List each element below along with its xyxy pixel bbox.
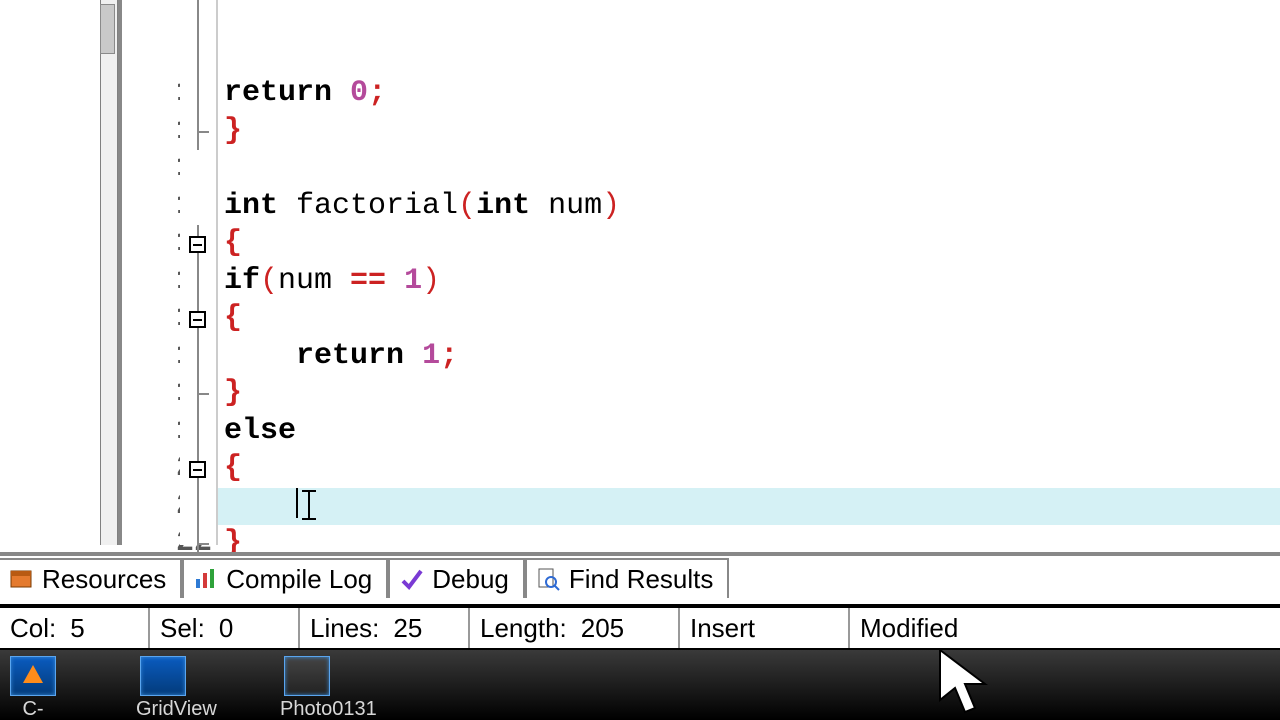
status-length-label: Length:: [480, 613, 567, 643]
fold-cell: [180, 38, 216, 76]
fold-cell: [180, 75, 216, 113]
vlc-icon: [10, 656, 56, 696]
code-editor[interactable]: 8910111213141516171819202122 return 0;}i…: [0, 0, 1280, 545]
left-panel-scrollbar[interactable]: [0, 0, 118, 545]
ibeam-cursor-icon: [302, 490, 316, 520]
status-length-value: 205: [581, 613, 624, 643]
tab-debug[interactable]: Debug: [388, 558, 525, 598]
app-icon: [140, 656, 186, 696]
taskbar-label: GridView: [136, 698, 190, 720]
code-line[interactable]: else: [218, 413, 1280, 451]
fold-gutter[interactable]: [180, 0, 218, 545]
fold-cell: [180, 263, 216, 301]
code-line[interactable]: }: [218, 113, 1280, 151]
fold-cell[interactable]: [180, 450, 216, 488]
code-line[interactable]: [218, 488, 1280, 526]
code-line[interactable]: {: [218, 225, 1280, 263]
code-line[interactable]: {: [218, 300, 1280, 338]
taskbar-label: Photo0131: [280, 698, 334, 720]
code-line[interactable]: return 1;: [218, 338, 1280, 376]
fold-cell: [180, 413, 216, 451]
compile-log-icon: [192, 566, 218, 592]
fold-toggle-icon[interactable]: [189, 311, 206, 328]
taskbar-label: C-media: [6, 698, 60, 720]
status-col-value: 5: [70, 613, 84, 643]
status-modified: Modified: [860, 613, 958, 643]
resources-icon: [8, 566, 34, 592]
fold-cell: [180, 338, 216, 376]
code-line[interactable]: [218, 0, 1280, 38]
taskbar-item[interactable]: GridView: [136, 656, 190, 720]
tab-label: Compile Log: [226, 564, 372, 595]
debug-icon: [398, 566, 424, 592]
fold-toggle-icon[interactable]: [189, 236, 206, 253]
code-line[interactable]: return 0;: [218, 75, 1280, 113]
status-col-label: Col:: [10, 613, 56, 643]
photo-icon: [284, 656, 330, 696]
tab-resources[interactable]: Resources: [0, 558, 182, 598]
taskbar-item[interactable]: Photo0131: [280, 656, 334, 720]
fold-cell: [180, 0, 216, 38]
status-sel-value: 0: [219, 613, 233, 643]
tab-label: Debug: [432, 564, 509, 595]
status-lines-value: 25: [393, 613, 422, 643]
status-sel-label: Sel:: [160, 613, 205, 643]
code-line[interactable]: [218, 38, 1280, 76]
fold-cell: [180, 188, 216, 226]
tab-compile-log[interactable]: Compile Log: [182, 558, 388, 598]
status-lines-label: Lines:: [310, 613, 379, 643]
taskbar-item[interactable]: C-media: [6, 656, 60, 720]
code-line[interactable]: {: [218, 450, 1280, 488]
fold-cell: [180, 150, 216, 188]
code-line[interactable]: }: [218, 375, 1280, 413]
code-line[interactable]: if(num == 1): [218, 263, 1280, 301]
bottom-tab-bar: Resources Compile Log Debug Find Results: [0, 552, 1280, 596]
fold-cell[interactable]: [180, 225, 216, 263]
fold-cell: [180, 113, 216, 151]
tab-label: Find Results: [569, 564, 714, 595]
find-results-icon: [535, 566, 561, 592]
code-line[interactable]: int factorial(int num): [218, 188, 1280, 226]
fold-cell: [180, 488, 216, 526]
text-caret: [296, 488, 298, 518]
status-insert-mode: Insert: [690, 613, 755, 643]
windows-taskbar[interactable]: C-media GridView Photo0131: [0, 648, 1280, 720]
tab-label: Resources: [42, 564, 166, 595]
status-bar: Col: 5 Sel: 0 Lines: 25 Length: 205 Insert M…: [0, 604, 1280, 648]
code-line[interactable]: [218, 150, 1280, 188]
code-area[interactable]: return 0;}int factorial(int num){if(num …: [218, 0, 1280, 545]
cursor-pointer-icon: [930, 640, 1030, 720]
tab-find-results[interactable]: Find Results: [525, 558, 730, 598]
fold-toggle-icon[interactable]: [189, 461, 206, 478]
fold-cell: [180, 375, 216, 413]
fold-cell[interactable]: [180, 300, 216, 338]
